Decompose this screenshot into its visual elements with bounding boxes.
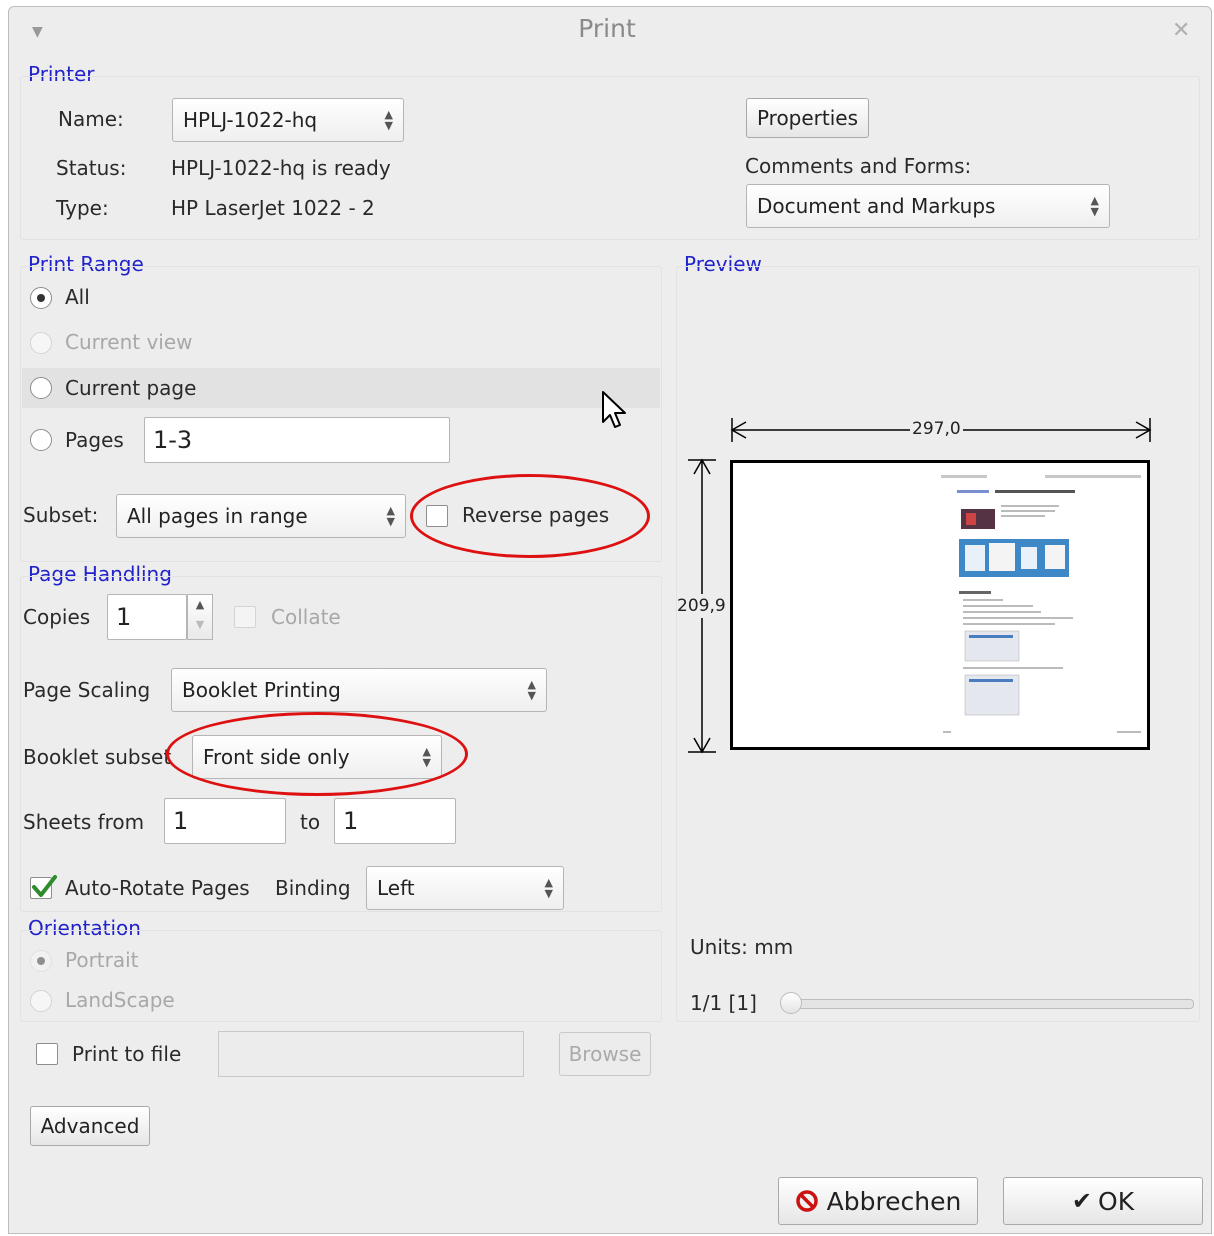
preview-page-thumbnail bbox=[941, 475, 1141, 733]
collate-checkbox[interactable] bbox=[234, 606, 256, 628]
comments-forms-select[interactable]: Document and Markups ▲ ▼ bbox=[746, 184, 1110, 228]
range-current-page-radio[interactable] bbox=[30, 377, 52, 399]
spin-arrows-icon: ▲ ▼ bbox=[527, 678, 536, 702]
comments-forms-label: Comments and Forms: bbox=[745, 154, 972, 178]
spin-arrows-icon: ▲ ▼ bbox=[544, 876, 553, 900]
preview-height-label: 209,9 bbox=[677, 594, 726, 618]
booklet-subset-value: Front side only bbox=[203, 745, 350, 769]
preview-slider-handle[interactable] bbox=[780, 992, 802, 1014]
ok-button[interactable]: ✔ OK bbox=[1003, 1177, 1203, 1225]
preview-page bbox=[730, 460, 1150, 750]
page-scaling-select[interactable]: Booklet Printing ▲ ▼ bbox=[171, 668, 547, 712]
binding-label: Binding bbox=[275, 876, 351, 900]
binding-value: Left bbox=[377, 876, 415, 900]
properties-button[interactable]: Properties bbox=[746, 98, 869, 138]
range-current-view-label: Current view bbox=[65, 330, 193, 354]
page-scaling-label: Page Scaling bbox=[23, 678, 151, 702]
sheets-from-input[interactable]: 1 bbox=[164, 798, 286, 844]
landscape-label: LandScape bbox=[65, 988, 175, 1012]
copies-label: Copies bbox=[23, 605, 91, 629]
print-to-file-checkbox[interactable] bbox=[36, 1043, 58, 1065]
range-all-label: All bbox=[65, 285, 90, 309]
pages-input[interactable]: 1-3 bbox=[144, 417, 450, 463]
sheets-to-label: to bbox=[300, 810, 321, 834]
copies-input[interactable]: 1 bbox=[107, 594, 187, 640]
range-all-radio[interactable] bbox=[30, 287, 52, 309]
spin-arrows-icon: ▲ ▼ bbox=[384, 108, 393, 132]
copies-spinner[interactable]: ▲ ▼ bbox=[187, 594, 213, 640]
ok-label: OK bbox=[1098, 1186, 1135, 1216]
printer-name-value: HPLJ-1022-hq bbox=[183, 108, 318, 132]
status-value: HPLJ-1022-hq is ready bbox=[171, 156, 391, 180]
reverse-pages-label: Reverse pages bbox=[462, 503, 610, 527]
cancel-label: Abbrechen bbox=[826, 1186, 962, 1216]
name-label: Name: bbox=[58, 107, 124, 131]
comments-forms-value: Document and Markups bbox=[757, 194, 996, 218]
subset-select[interactable]: All pages in range ▲ ▼ bbox=[116, 494, 406, 538]
cancel-button[interactable]: Abbrechen bbox=[778, 1177, 978, 1225]
cancel-icon bbox=[795, 1190, 818, 1212]
checkmark-icon bbox=[32, 875, 57, 897]
sheets-from-label: Sheets from bbox=[23, 810, 145, 834]
file-path-input[interactable] bbox=[218, 1031, 524, 1077]
window-title: Print bbox=[578, 14, 636, 43]
preview-page-indicator: 1/1 [1] bbox=[690, 991, 757, 1015]
type-value: HP LaserJet 1022 - 2 bbox=[171, 196, 375, 220]
status-label: Status: bbox=[56, 156, 127, 180]
preview-width-label: 297,0 bbox=[910, 419, 963, 439]
landscape-radio[interactable] bbox=[30, 990, 52, 1012]
printer-name-select[interactable]: HPLJ-1022-hq ▲ ▼ bbox=[172, 98, 404, 142]
advanced-button[interactable]: Advanced bbox=[30, 1106, 150, 1146]
browse-button[interactable]: Browse bbox=[559, 1032, 651, 1076]
auto-rotate-label: Auto-Rotate Pages bbox=[65, 876, 250, 900]
spin-arrows-icon: ▲ ▼ bbox=[422, 745, 431, 769]
spin-arrows-icon: ▲ ▼ bbox=[386, 504, 395, 528]
mouse-cursor-icon bbox=[602, 391, 626, 428]
range-current-page-label: Current page bbox=[65, 376, 197, 400]
preview-page-slider[interactable] bbox=[784, 999, 1194, 1009]
portrait-radio[interactable] bbox=[30, 950, 52, 972]
ok-check-icon: ✔ bbox=[1071, 1187, 1093, 1215]
subset-label: Subset: bbox=[23, 503, 99, 527]
binding-select[interactable]: Left ▲ ▼ bbox=[366, 866, 564, 910]
range-current-view-radio[interactable] bbox=[30, 332, 52, 354]
subset-value: All pages in range bbox=[127, 504, 308, 528]
page-scaling-value: Booklet Printing bbox=[182, 678, 341, 702]
close-icon[interactable]: ✕ bbox=[1172, 18, 1190, 43]
portrait-label: Portrait bbox=[65, 948, 139, 972]
sheets-to-input[interactable]: 1 bbox=[334, 798, 456, 844]
range-pages-radio[interactable] bbox=[30, 429, 52, 451]
range-pages-label: Pages bbox=[65, 428, 124, 452]
units-label: Units: mm bbox=[690, 935, 794, 959]
booklet-subset-select[interactable]: Front side only ▲ ▼ bbox=[192, 735, 442, 779]
type-label: Type: bbox=[56, 196, 109, 220]
collate-label: Collate bbox=[271, 605, 341, 629]
print-to-file-label: Print to file bbox=[72, 1042, 182, 1066]
reverse-pages-checkbox[interactable] bbox=[426, 505, 448, 527]
spin-arrows-icon: ▲ ▼ bbox=[1090, 194, 1099, 218]
booklet-subset-label: Booklet subset bbox=[23, 745, 172, 769]
